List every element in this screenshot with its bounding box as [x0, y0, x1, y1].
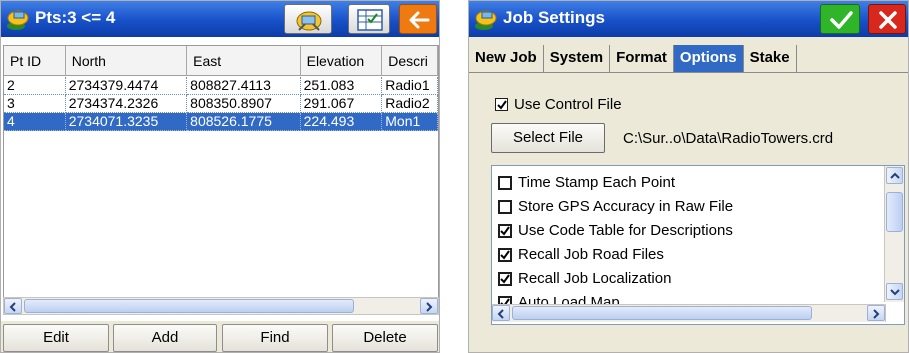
cell-pt-id: 2 [4, 77, 66, 95]
cell-description: Radio1 [382, 77, 438, 95]
gps-satellite-icon [5, 6, 33, 32]
scroll-left-button[interactable] [4, 298, 22, 314]
chevron-right-icon [873, 309, 880, 319]
use-control-file-checkbox[interactable]: Use Control File [495, 96, 622, 113]
cell-north: 2734374.2326 [65, 95, 188, 113]
column-header-elevation[interactable]: Elevation [301, 46, 383, 76]
checkbox-checked-icon [498, 271, 512, 286]
cell-north: 2734379.4474 [65, 77, 188, 95]
cell-east: 808350.8907 [187, 95, 301, 113]
list-item[interactable]: Recall Job Road Files [498, 246, 664, 263]
table-row[interactable]: 2 2734379.4474 808827.4113 251.083 Radio… [4, 77, 438, 95]
option-label: Recall Job Localization [518, 270, 672, 287]
close-icon [879, 11, 897, 29]
table-view-button[interactable] [348, 4, 390, 34]
options-list: Time Stamp Each Point Store GPS Accuracy… [491, 165, 905, 325]
tab-options[interactable]: Options [673, 45, 744, 72]
cell-elevation: 291.067 [300, 95, 383, 113]
chevron-right-icon [426, 302, 433, 312]
table-horizontal-scrollbar[interactable] [3, 297, 439, 315]
job-settings-window: Job Settings New Job System Format Optio… [468, 0, 909, 353]
scroll-right-button[interactable] [420, 298, 438, 314]
tab-format[interactable]: Format [610, 45, 674, 72]
column-header-pt-id[interactable]: Pt ID [4, 46, 66, 76]
scroll-right-button[interactable] [867, 305, 885, 321]
cell-elevation: 251.083 [300, 77, 383, 95]
checkbox-checked-icon [498, 223, 512, 238]
table-row[interactable]: 3 2734374.2326 808350.8907 291.067 Radio… [4, 95, 438, 113]
cell-pt-id: 4 [4, 113, 66, 131]
list-item[interactable]: Use Code Table for Descriptions [498, 222, 733, 239]
points-table: Pt ID North East Elevation Descri 2 2734… [3, 45, 439, 301]
column-header-east[interactable]: East [187, 46, 301, 76]
column-header-north[interactable]: North [66, 46, 188, 76]
option-label: Recall Job Road Files [518, 246, 664, 263]
column-header-description[interactable]: Descri [382, 46, 438, 76]
job-settings-titlebar: Job Settings [469, 1, 908, 37]
cell-east: 808526.1775 [187, 113, 301, 131]
tab-system[interactable]: System [543, 45, 611, 72]
job-settings-title: Job Settings [503, 8, 606, 27]
instrument-button[interactable] [284, 4, 332, 34]
options-vertical-scrollbar[interactable] [884, 166, 904, 302]
add-button[interactable]: Add [113, 324, 217, 352]
cell-description: Mon1 [382, 113, 438, 131]
select-file-button[interactable]: Select File [491, 123, 605, 153]
chevron-down-icon [890, 289, 900, 296]
scroll-thumb[interactable] [886, 192, 903, 232]
edit-button[interactable]: Edit [3, 324, 109, 352]
scroll-thumb[interactable] [512, 306, 812, 320]
survey-instrument-icon [296, 11, 322, 31]
points-window: Pts:3 <= 4 Pt ID North East Elevation De… [0, 0, 440, 353]
scroll-down-button[interactable] [886, 283, 903, 300]
checkbox-checked-icon [495, 98, 508, 111]
checkbox-unchecked-icon [498, 199, 512, 214]
back-button[interactable] [399, 4, 437, 34]
control-file-path: C:\Sur..o\Data\RadioTowers.crd [623, 130, 834, 147]
table-header: Pt ID North East Elevation Descri [4, 46, 438, 76]
points-titlebar: Pts:3 <= 4 [1, 1, 439, 37]
chevron-up-icon [890, 172, 900, 179]
scroll-left-button[interactable] [492, 305, 510, 321]
checkbox-unchecked-icon [498, 175, 512, 190]
gps-satellite-icon [473, 6, 501, 32]
scroll-thumb[interactable] [24, 299, 354, 313]
table-view-icon [357, 9, 383, 31]
chevron-left-icon [9, 302, 16, 312]
options-horizontal-scrollbar[interactable] [492, 304, 886, 322]
list-item[interactable]: Time Stamp Each Point [498, 174, 675, 191]
chevron-left-icon [497, 309, 504, 319]
list-item[interactable]: Recall Job Localization [498, 270, 671, 287]
list-item[interactable]: Store GPS Accuracy in Raw File [498, 198, 733, 215]
cell-east: 808827.4113 [187, 77, 301, 95]
checkbox-checked-icon [498, 247, 512, 262]
tab-stake[interactable]: Stake [743, 45, 797, 72]
use-control-file-label: Use Control File [514, 96, 622, 113]
cell-elevation: 224.493 [300, 113, 383, 131]
cell-description: Radio2 [382, 95, 438, 113]
ok-button[interactable] [820, 4, 860, 34]
scroll-up-button[interactable] [886, 167, 903, 184]
cell-pt-id: 3 [4, 95, 66, 113]
option-label: Use Code Table for Descriptions [518, 222, 733, 239]
checkmark-icon [830, 11, 853, 29]
option-label: Time Stamp Each Point [518, 174, 676, 191]
settings-tab-strip: New Job System Format Options Stake [469, 45, 908, 73]
points-title: Pts:3 <= 4 [35, 8, 116, 27]
find-button[interactable]: Find [222, 324, 328, 352]
delete-button[interactable]: Delete [332, 324, 438, 352]
table-row-selected[interactable]: 4 2734071.3235 808526.1775 224.493 Mon1 [4, 113, 438, 131]
option-label: Store GPS Accuracy in Raw File [518, 198, 734, 215]
cell-north: 2734071.3235 [65, 113, 188, 131]
tab-new-job[interactable]: New Job [469, 45, 544, 72]
close-button[interactable] [868, 4, 906, 34]
points-action-bar: Edit Add Find Delete [1, 321, 439, 352]
back-arrow-icon [409, 11, 430, 29]
